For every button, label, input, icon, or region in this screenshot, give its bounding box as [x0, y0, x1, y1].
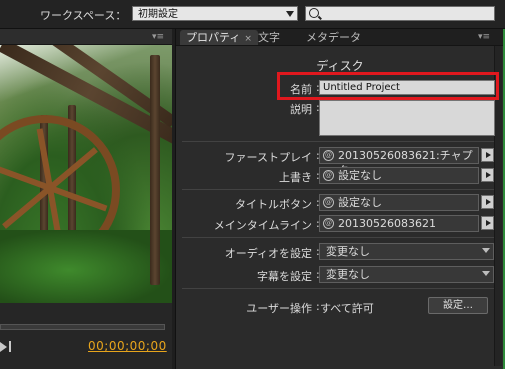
description-field[interactable] — [319, 100, 495, 136]
main-timeline-label: メインタイムライン — [213, 219, 312, 232]
audio-label: オーディオを設定 — [224, 247, 312, 260]
title-button-value: 設定なし — [338, 196, 382, 209]
tab-properties[interactable]: プロパティ × — [180, 30, 258, 45]
workspace-toolbar: ワークスペース： 初期設定 — [0, 0, 505, 29]
chevron-down-icon — [482, 248, 490, 253]
main-timeline-preview-button[interactable] — [481, 216, 494, 230]
wooden-post — [150, 55, 160, 285]
user-ops-value: すべて許可 — [320, 302, 374, 315]
search-icon — [309, 8, 319, 18]
audio-value: 変更なし — [326, 245, 370, 258]
override-value: 設定なし — [338, 169, 382, 182]
first-play-select[interactable]: @ 20130526083621:チャプタ… — [319, 147, 479, 177]
link-icon: @ — [323, 150, 334, 161]
search-input[interactable] — [305, 6, 495, 21]
panel-menu-icon[interactable]: ▾≡ — [478, 32, 490, 42]
highlight-box — [277, 72, 499, 100]
link-icon: @ — [323, 218, 334, 229]
chevron-down-icon — [482, 271, 490, 276]
divider — [182, 288, 494, 289]
tab-metadata[interactable]: メタデータ — [300, 30, 367, 45]
foliage — [0, 230, 172, 303]
user-ops-label: ユーザー操作 — [246, 302, 312, 315]
main-timeline-select[interactable]: @ 20130526083621 — [319, 215, 479, 232]
link-icon: @ — [323, 170, 334, 181]
tab-properties-label: プロパティ — [186, 31, 241, 44]
panel-tabbar: プロパティ × 文字 メタデータ ▾≡ — [176, 29, 504, 46]
tab-character-label: 文字 — [258, 31, 280, 44]
first-play-preview-button[interactable] — [481, 148, 494, 162]
subtitle-value: 変更なし — [326, 268, 370, 281]
close-icon[interactable]: × — [244, 34, 252, 44]
settings-button[interactable]: 設定… — [428, 297, 488, 314]
video-preview — [0, 45, 172, 303]
title-button-preview-button[interactable] — [481, 195, 494, 209]
override-label: 上書き — [279, 171, 312, 184]
divider — [182, 189, 494, 190]
panel-menu-icon[interactable]: ▾≡ — [152, 32, 164, 42]
play-icon[interactable] — [0, 342, 7, 352]
divider — [182, 237, 494, 238]
tab-character[interactable]: 文字 — [252, 30, 286, 45]
chevron-down-icon — [286, 11, 294, 17]
subtitle-select[interactable]: 変更なし — [319, 266, 494, 283]
timecode-display[interactable]: 00;00;00;00 — [88, 339, 167, 353]
main-timeline-value: 20130526083621 — [338, 217, 436, 230]
link-icon: @ — [323, 197, 334, 208]
override-preview-button[interactable] — [481, 168, 494, 182]
workspace-value: 初期設定 — [138, 9, 178, 20]
description-label: 説明 — [290, 103, 312, 116]
step-bar-icon — [9, 341, 11, 352]
workspace-label: ワークスペース： — [40, 9, 127, 22]
monitor-panel: ▾≡ 00;00;00;00 — [0, 29, 172, 369]
first-play-label: ファーストプレイ — [224, 151, 312, 164]
divider — [182, 141, 494, 142]
audio-select[interactable]: 変更なし — [319, 243, 494, 260]
subtitle-label: 字幕を設定 — [257, 270, 312, 283]
workspace-select[interactable]: 初期設定 — [132, 6, 298, 21]
timeline-scrubber[interactable] — [0, 324, 165, 330]
override-select[interactable]: @ 設定なし — [319, 167, 479, 184]
title-button-select[interactable]: @ 設定なし — [319, 194, 479, 211]
monitor-panel-header: ▾≡ — [0, 29, 172, 45]
title-button-label: タイトルボタン — [235, 198, 312, 211]
tab-metadata-label: メタデータ — [306, 31, 361, 44]
